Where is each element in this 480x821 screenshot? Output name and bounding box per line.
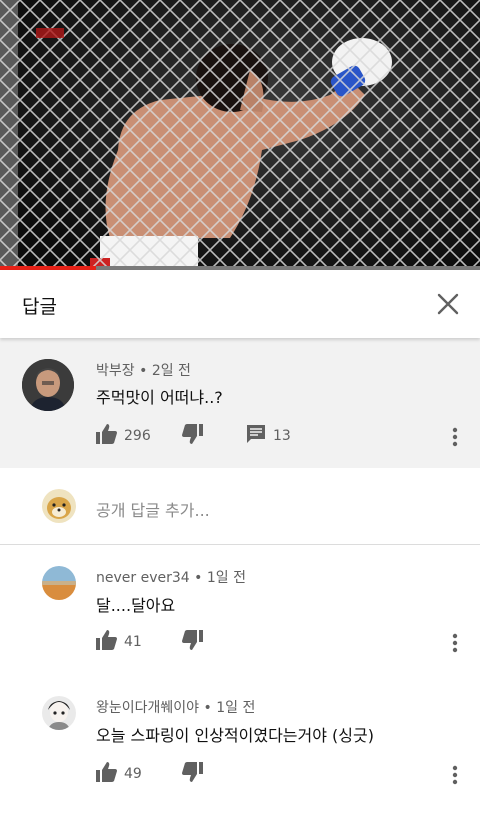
comment-text: 오늘 스파링이 인상적이였다는거야 (싱긋) [96, 726, 374, 745]
meta-separator: • [194, 570, 207, 586]
close-icon[interactable] [434, 290, 462, 318]
video-player[interactable] [0, 0, 480, 270]
reply-comment: never ever34 • 1일 전 달....달아요 41 [0, 545, 480, 675]
comment-actions: 41 [96, 630, 468, 658]
meta-separator: • [139, 363, 152, 379]
user-avatar [42, 489, 76, 523]
add-reply-row[interactable]: 공개 답글 추가... [0, 468, 480, 544]
comment-author: 박부장 [96, 363, 135, 379]
comment-meta: 왕눈이다개쒜이야 • 1일 전 [96, 697, 255, 717]
comment-time: 2일 전 [151, 363, 191, 379]
avatar[interactable] [42, 696, 76, 730]
main-comment: 박부장 • 2일 전 주먹맛이 어떠냐..? 296 13 [0, 338, 480, 468]
comment-actions: 296 13 [96, 424, 468, 452]
like-button[interactable]: 49 [96, 762, 142, 786]
like-button[interactable]: 296 [96, 424, 151, 448]
dislike-button[interactable] [182, 762, 203, 786]
dislike-button[interactable] [182, 424, 203, 448]
thumbs-up-icon [96, 630, 117, 654]
like-count: 49 [124, 766, 142, 782]
panel-title: 답글 [22, 296, 57, 318]
comment-meta: 박부장 • 2일 전 [96, 360, 191, 380]
comment-icon [246, 424, 266, 448]
thumbs-down-icon [182, 762, 203, 786]
avatar[interactable] [22, 359, 74, 411]
comment-time: 1일 전 [216, 700, 256, 716]
comment-actions: 49 [96, 762, 468, 790]
meta-separator: • [203, 700, 217, 716]
reply-input[interactable]: 공개 답글 추가... [96, 497, 210, 521]
thumbs-down-icon [182, 424, 203, 448]
reply-comment: 왕눈이다개쒜이야 • 1일 전 오늘 스파링이 인상적이였다는거야 (싱긋) 4… [0, 676, 480, 816]
reply-count-button[interactable]: 13 [246, 424, 291, 448]
avatar[interactable] [42, 566, 76, 600]
comment-text: 주먹맛이 어떠냐..? [96, 388, 223, 407]
comment-time: 1일 전 [206, 570, 246, 586]
like-count: 41 [124, 634, 142, 650]
more-vert-icon[interactable] [452, 632, 458, 654]
more-vert-icon[interactable] [452, 426, 458, 448]
comment-author: 왕눈이다개쒜이야 [96, 700, 200, 716]
comment-author: never ever34 [96, 570, 190, 586]
like-button[interactable]: 41 [96, 630, 142, 654]
thumbs-down-icon [182, 630, 203, 654]
like-count: 296 [124, 428, 151, 444]
dislike-button[interactable] [182, 630, 203, 654]
thumbs-up-icon [96, 762, 117, 786]
reply-count: 13 [273, 428, 291, 444]
thumbs-up-icon [96, 424, 117, 448]
video-frame [0, 0, 480, 270]
replies-header: 답글 [0, 270, 480, 338]
comment-text: 달....달아요 [96, 596, 176, 615]
comment-meta: never ever34 • 1일 전 [96, 567, 246, 587]
more-vert-icon[interactable] [452, 764, 458, 786]
